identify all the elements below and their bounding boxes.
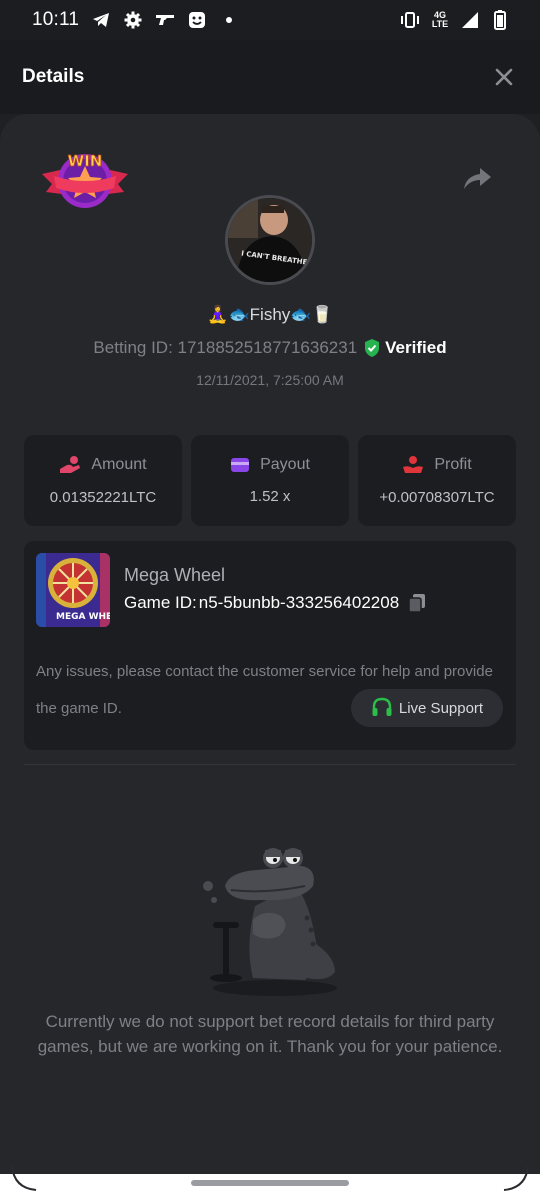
- stat-label-payout: Payout: [260, 456, 310, 473]
- headset-icon: [372, 697, 392, 716]
- signal-icon: [460, 10, 480, 30]
- stat-card-amount: Amount 0.01352221LTC: [24, 435, 182, 526]
- face-app-icon: [187, 10, 207, 30]
- verified-badge: Verified: [363, 338, 447, 358]
- telegram-icon: [91, 10, 111, 30]
- close-icon: [495, 68, 513, 86]
- verified-label: Verified: [385, 338, 447, 357]
- game-thumbnail[interactable]: MEGA WHEEL: [36, 553, 110, 627]
- mega-wheel-thumbnail: MEGA WHEEL: [36, 553, 110, 627]
- notification-dot-icon: [219, 10, 239, 30]
- header-bar: Details: [0, 40, 540, 114]
- stat-label-amount: Amount: [91, 456, 147, 473]
- shield-check-icon: [365, 339, 380, 357]
- betting-id: Betting ID: 1718852518771636231: [93, 338, 358, 357]
- wallet-icon: [231, 458, 250, 472]
- close-button[interactable]: [490, 63, 518, 91]
- win-badge: WIN: [40, 144, 130, 214]
- stat-card-payout: Payout 1.52 x: [191, 435, 349, 526]
- copy-icon[interactable]: [407, 593, 427, 613]
- live-support-label: Live Support: [398, 699, 484, 717]
- details-sheet: WIN I CAN'T BREATHE 🧘‍♀️🐟Fishy🐟🥛 Betting…: [0, 114, 540, 1174]
- crocodile-mascot-icon: [203, 848, 337, 996]
- share-button[interactable]: [460, 164, 494, 194]
- stat-label-profit: Profit: [434, 456, 472, 473]
- game-id-value: n5-5bunbb-333256402208: [198, 593, 400, 612]
- thumbnail-text: MEGA WHEEL: [56, 612, 110, 622]
- stat-card-profit: Profit +0.00708307LTC: [358, 435, 516, 526]
- status-time: 10:11: [32, 9, 80, 30]
- game-card: MEGA WHEEL Mega Wheel Game ID: n5-5bunbb…: [24, 541, 516, 750]
- crocodile-illustration: [195, 846, 345, 996]
- avatar-photo: I CAN'T BREATHE: [228, 198, 312, 282]
- win-badge-text: WIN: [68, 152, 103, 170]
- stat-value-profit: +0.00708307LTC: [379, 489, 495, 506]
- battery-icon: [490, 10, 510, 30]
- gear-icon: [123, 10, 143, 30]
- 4g-lte-icon: 4G LTE: [431, 10, 449, 29]
- profit-hand-icon: [403, 456, 424, 473]
- stat-value-payout: 1.52 x: [249, 488, 291, 505]
- coins-hand-icon: [60, 456, 81, 473]
- live-support-button[interactable]: Live Support: [351, 689, 503, 727]
- unsupported-notice: Currently we do not support bet record d…: [37, 1012, 503, 1056]
- username: 🧘‍♀️🐟Fishy🐟🥛: [207, 305, 333, 324]
- status-bar: 10:11 4G LTE: [0, 0, 540, 40]
- avatar: I CAN'T BREATHE: [225, 195, 315, 285]
- bet-timestamp: 12/11/2021, 7:25:00 AM: [196, 372, 344, 388]
- win-badge-icon: WIN: [42, 152, 128, 208]
- divider: [24, 764, 516, 765]
- stats-row: Amount 0.01352221LTC Payout 1.52 x Profi…: [24, 435, 516, 526]
- game-name: Mega Wheel: [124, 565, 226, 585]
- game-id-label: Game ID:: [124, 593, 197, 612]
- betting-id-row: Betting ID: 1718852518771636231 Verified: [0, 338, 540, 358]
- home-indicator[interactable]: [191, 1180, 349, 1186]
- stat-value-amount: 0.01352221LTC: [49, 489, 157, 506]
- vibrate-icon: [400, 10, 420, 30]
- share-arrow-icon: [464, 168, 491, 189]
- game-id-row: Game ID: n5-5bunbb-333256402208: [124, 593, 427, 613]
- page-title: Details: [22, 66, 85, 87]
- gun-icon: [155, 10, 175, 30]
